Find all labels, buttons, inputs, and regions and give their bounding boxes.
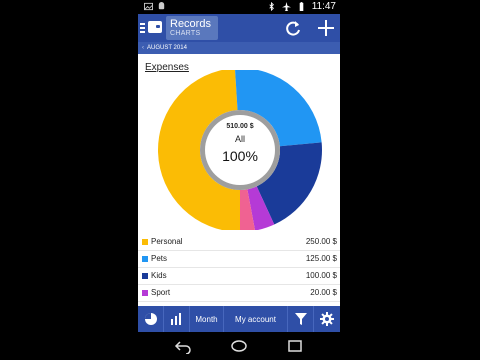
chevron-left-icon[interactable]: ‹ <box>142 42 144 54</box>
legend-name: Pets <box>151 254 168 263</box>
legend-value: 100.00 $ <box>305 271 337 280</box>
date-bar[interactable]: ‹ AUGUST 2014 <box>138 42 340 54</box>
airplane-icon <box>281 2 291 11</box>
date-label: AUGUST 2014 <box>147 45 187 51</box>
chart-content: Expenses 510.00 $ All 100% Personal 250.… <box>138 54 340 306</box>
status-time: 11:47 <box>311 1 336 12</box>
legend-name: Sport <box>151 288 171 297</box>
wallet-icon[interactable] <box>148 21 162 33</box>
legend-list: Personal 250.00 $ Pets 125.00 $ Kids 100… <box>138 234 340 302</box>
legend-name: Kids <box>151 271 167 280</box>
recents-icon[interactable] <box>286 338 304 354</box>
center-percent: 100% <box>222 148 258 164</box>
system-nav-bar <box>138 332 340 360</box>
legend-swatch <box>142 256 148 262</box>
battery-icon <box>299 2 304 11</box>
android-icon <box>158 2 165 10</box>
settings-icon <box>320 312 334 326</box>
legend-value: 250.00 $ <box>305 237 337 246</box>
image-icon <box>144 2 153 11</box>
settings-button[interactable] <box>314 306 340 332</box>
legend-swatch <box>142 239 148 245</box>
bluetooth-icon <box>269 2 274 11</box>
back-icon[interactable] <box>174 338 192 354</box>
filter-button[interactable] <box>288 306 314 332</box>
legend-item[interactable]: Sport 20.00 $ <box>138 285 340 302</box>
legend-value: 20.00 $ <box>310 288 337 297</box>
legend-swatch <box>142 290 148 296</box>
period-button[interactable]: Month <box>190 306 224 332</box>
view-selector[interactable]: Records CHARTS <box>166 16 218 40</box>
bar-chart-button[interactable] <box>164 306 190 332</box>
pie-chart-button[interactable] <box>138 306 164 332</box>
bottom-toolbar: Month My account <box>138 306 340 332</box>
app-title: Records <box>170 18 211 30</box>
center-label: All <box>234 134 245 144</box>
legend-name: Personal <box>151 237 183 246</box>
drawer-menu-icon[interactable] <box>140 23 146 33</box>
legend-value: 125.00 $ <box>305 254 337 263</box>
bar-chart-icon <box>170 313 181 325</box>
app-bar: Records CHARTS <box>138 14 340 42</box>
pie-chart-icon <box>144 313 157 325</box>
home-icon[interactable] <box>230 338 248 354</box>
account-button[interactable]: My account <box>224 306 288 332</box>
legend-item[interactable]: Kids 100.00 $ <box>138 268 340 285</box>
legend-swatch <box>142 273 148 279</box>
account-label: My account <box>235 314 276 324</box>
legend-item[interactable]: Personal 250.00 $ <box>138 234 340 251</box>
center-amount: 510.00 $ <box>226 123 254 130</box>
status-bar: 11:47 <box>138 0 340 14</box>
period-label: Month <box>195 314 218 324</box>
phone-screen: 11:47 Records CHARTS ‹ AUGUST 2014 Expens… <box>138 0 340 360</box>
refresh-icon[interactable] <box>283 18 303 38</box>
legend-item[interactable]: Pets 125.00 $ <box>138 251 340 268</box>
filter-icon <box>294 313 307 325</box>
app-subtitle: CHARTS <box>170 30 201 37</box>
add-icon[interactable] <box>316 18 336 38</box>
